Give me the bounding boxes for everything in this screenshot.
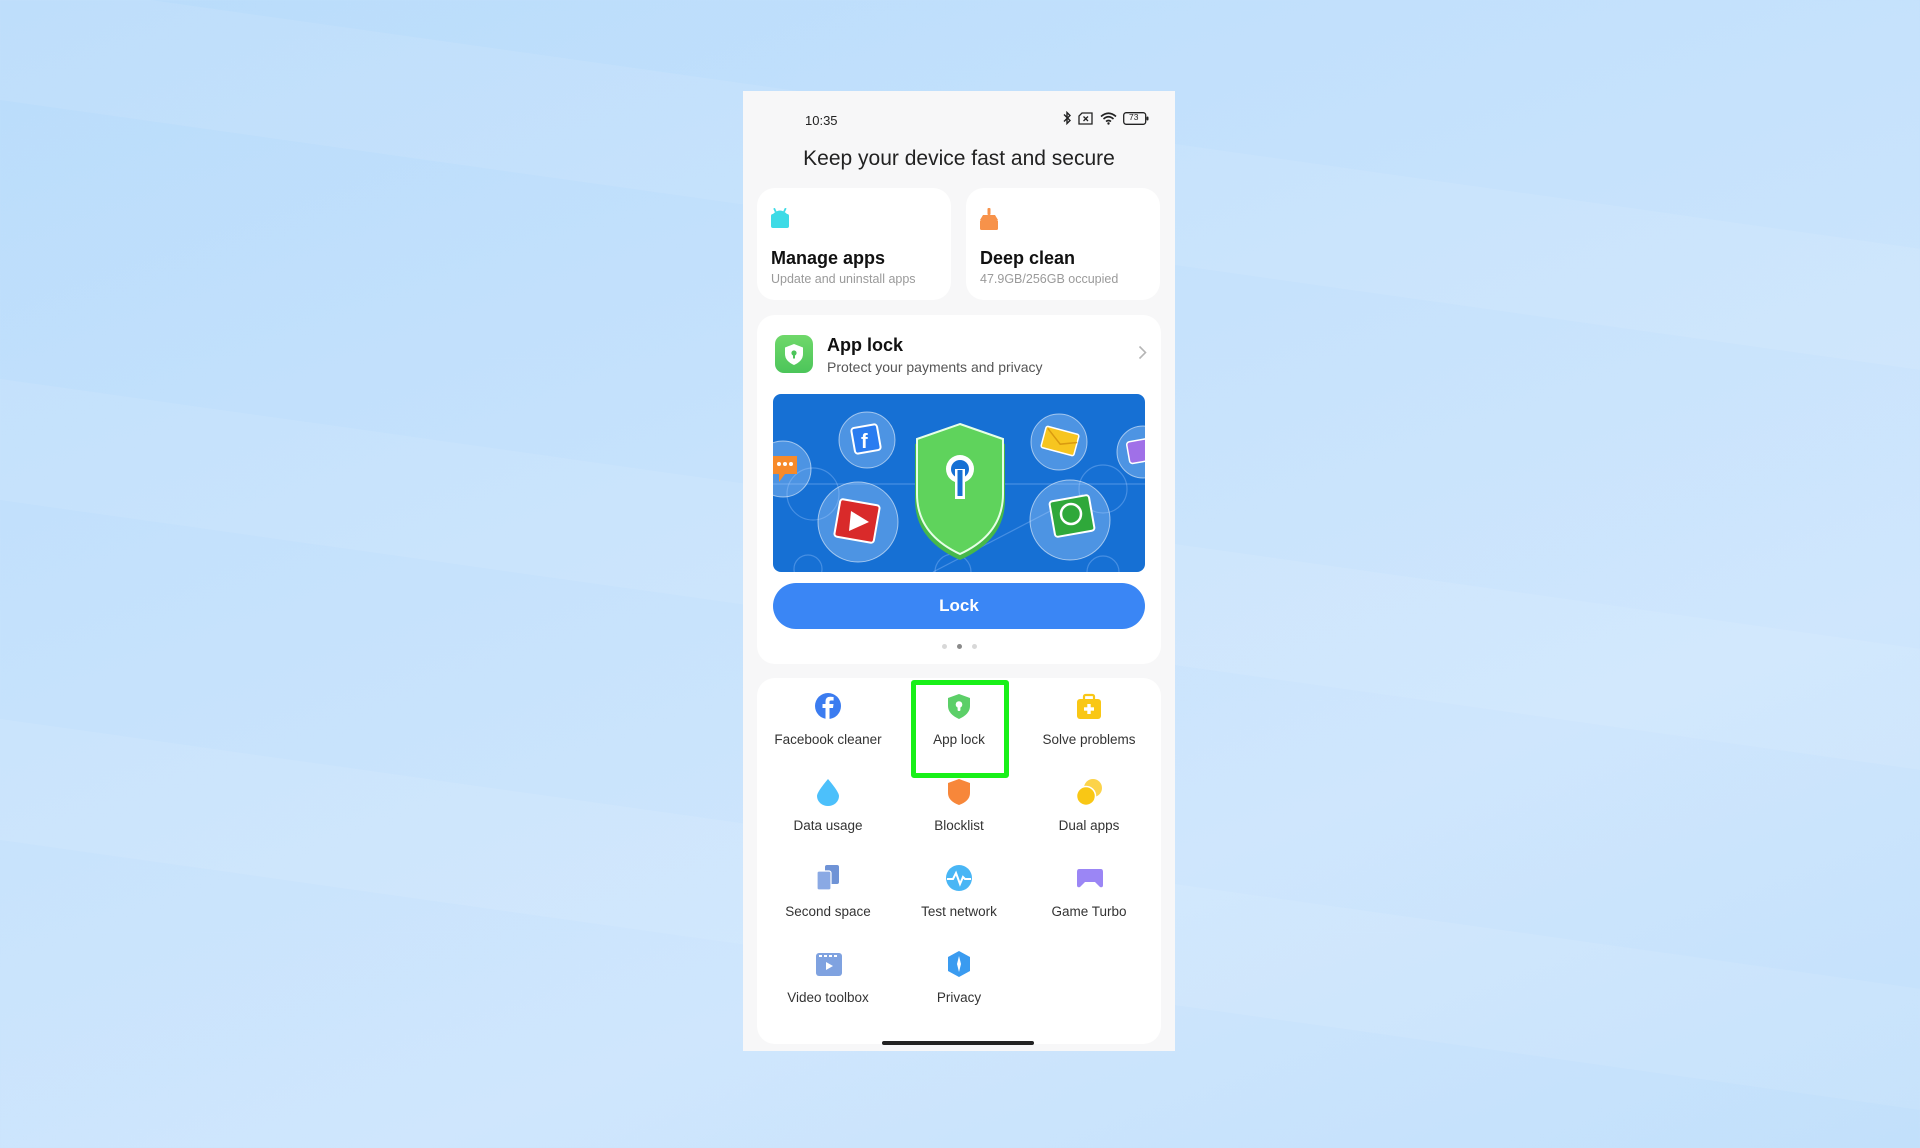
facebook-icon: f [838, 411, 896, 469]
status-time: 10:35 [805, 113, 838, 128]
tool-game-turbo[interactable]: Game Turbo [1029, 850, 1149, 926]
bluetooth-icon [1062, 111, 1072, 125]
carousel-dot-active[interactable] [956, 644, 962, 649]
wifi-icon [1100, 111, 1117, 125]
battery-level: 73 [1129, 111, 1139, 122]
first-aid-kit-icon [1076, 692, 1102, 720]
youtube-icon [817, 481, 899, 563]
tool-privacy[interactable]: Privacy [899, 936, 1019, 1012]
carousel-dot[interactable] [971, 644, 977, 649]
tool-label: App lock [933, 732, 985, 747]
dual-circles-icon [1075, 778, 1102, 807]
tool-label: Solve problems [1042, 732, 1136, 747]
tool-label: Facebook cleaner [774, 732, 882, 747]
tool-blocklist[interactable]: Blocklist [899, 764, 1019, 840]
deep-clean-subtitle: 47.9GB/256GB occupied [980, 272, 1119, 286]
tool-facebook-cleaner[interactable]: Facebook cleaner [768, 678, 888, 754]
tool-data-usage[interactable]: Data usage [768, 764, 888, 840]
tool-dual-apps[interactable]: Dual apps [1029, 764, 1149, 840]
facebook-icon [815, 692, 841, 720]
battery-icon: 73 [1123, 112, 1149, 125]
manage-apps-title: Manage apps [771, 248, 886, 268]
shield-lock-icon [775, 335, 813, 373]
page-title: Keep your device fast and secure [803, 147, 1115, 170]
tool-label: Video toolbox [787, 990, 869, 1005]
tool-label: Game Turbo [1051, 904, 1127, 919]
tool-label: Second space [785, 904, 871, 919]
carousel-dot[interactable] [941, 644, 947, 649]
tool-label: Blocklist [934, 818, 984, 833]
broom-icon [980, 208, 998, 235]
tool-solve-problems[interactable]: Solve problems [1029, 678, 1149, 754]
tool-app-lock[interactable]: App lock [899, 678, 1019, 754]
app-lock-subtitle: Protect your payments and privacy [827, 359, 1043, 375]
home-indicator[interactable] [882, 1041, 1034, 1045]
sim-none-icon [1078, 111, 1094, 125]
tool-second-space[interactable]: Second space [768, 850, 888, 926]
shield-lock-icon [946, 692, 972, 720]
chevron-right-icon[interactable] [1138, 345, 1147, 365]
video-toolbox-icon [815, 950, 842, 978]
message-icon [773, 440, 812, 498]
app-lock-title[interactable]: App lock [827, 335, 903, 356]
carousel-indicator [757, 644, 1161, 649]
pulse-icon [946, 864, 972, 892]
deep-clean-title: Deep clean [980, 248, 1076, 268]
tool-test-network[interactable]: Test network [899, 850, 1019, 926]
gamepad-icon [1076, 864, 1103, 892]
status-bar: 10:35 73 [743, 111, 1175, 131]
second-space-icon [815, 864, 841, 892]
tool-label: Privacy [936, 990, 982, 1005]
app-lock-banner: f [773, 394, 1145, 572]
shield-lock-icon [915, 422, 1005, 560]
privacy-icon [946, 950, 972, 978]
droplet-icon [815, 778, 841, 806]
svg-text:f: f [861, 431, 868, 453]
tools-grid: Facebook cleaner App lock Solve problems… [757, 678, 1161, 1044]
lock-button[interactable]: Lock [773, 583, 1145, 629]
manage-apps-card[interactable]: Manage apps Update and uninstall apps [757, 188, 951, 300]
phone-screen: 10:35 73 Keep your device fast and secur… [743, 91, 1175, 1051]
android-icon [771, 207, 789, 233]
tool-label: Data usage [793, 818, 863, 833]
mail-icon [1030, 413, 1088, 471]
tool-video-toolbox[interactable]: Video toolbox [768, 936, 888, 1012]
deep-clean-card[interactable]: Deep clean 47.9GB/256GB occupied [966, 188, 1160, 300]
tool-label: Test network [921, 904, 997, 919]
manage-apps-subtitle: Update and uninstall apps [771, 272, 916, 286]
shield-icon [946, 778, 972, 806]
gallery-icon [1116, 425, 1145, 479]
tool-label: Dual apps [1058, 818, 1120, 833]
whatsapp-icon [1029, 479, 1111, 561]
app-lock-card: App lock Protect your payments and priva… [757, 315, 1161, 664]
